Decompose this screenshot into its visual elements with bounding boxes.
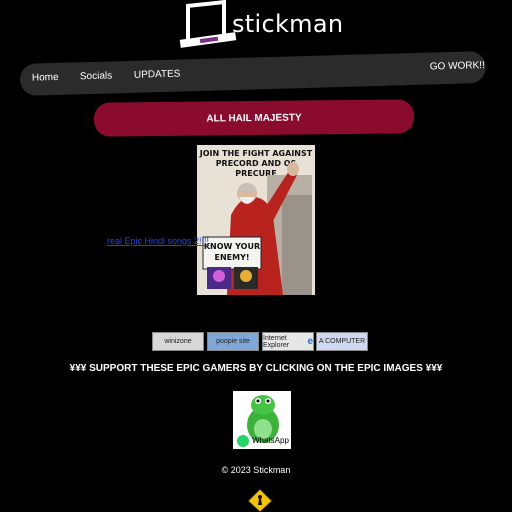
badge-winizone[interactable]: winizone	[152, 332, 204, 351]
nav-socials[interactable]: Socials	[80, 70, 113, 82]
hail-banner-label: ALL HAIL MAJESTY	[206, 112, 302, 124]
navbar: Home Socials UPDATES GO WORK!!	[19, 50, 487, 96]
site-logo[interactable]: stickman	[179, 0, 343, 52]
poster-illustration	[202, 162, 312, 295]
whatsapp-frog-image[interactable]: WhatsApp	[233, 391, 291, 449]
nav-home[interactable]: Home	[32, 72, 59, 84]
badge-a-computer[interactable]: A COMPUTER	[316, 332, 368, 351]
hail-banner[interactable]: ALL HAIL MAJESTY	[93, 99, 415, 137]
badge-internet-explorer[interactable]: Internet Explorer e	[262, 332, 314, 351]
brand-name: stickman	[232, 10, 344, 38]
badge-poopie-site[interactable]: poopie site	[207, 332, 259, 351]
footer-copyright: © 2023 Stickman	[221, 465, 291, 475]
support-text: ¥¥¥ SUPPORT THESE EPIC GAMERS BY CLICKIN…	[69, 363, 443, 374]
construction-icon	[247, 488, 273, 512]
ie-icon: e	[307, 336, 313, 347]
nav-updates[interactable]: UPDATES	[134, 69, 181, 81]
propaganda-poster[interactable]: JOIN THE FIGHT AGAINST PRECORD AND OS PR…	[197, 145, 315, 295]
badge-row: winizone poopie site Internet Explorer e…	[152, 332, 372, 356]
whatsapp-label: WhatsApp	[252, 436, 289, 445]
poster-link[interactable]: real Epic Hindi songs 2!!!!	[38, 236, 278, 246]
nav-go-work[interactable]: GO WORK!!	[430, 60, 485, 73]
